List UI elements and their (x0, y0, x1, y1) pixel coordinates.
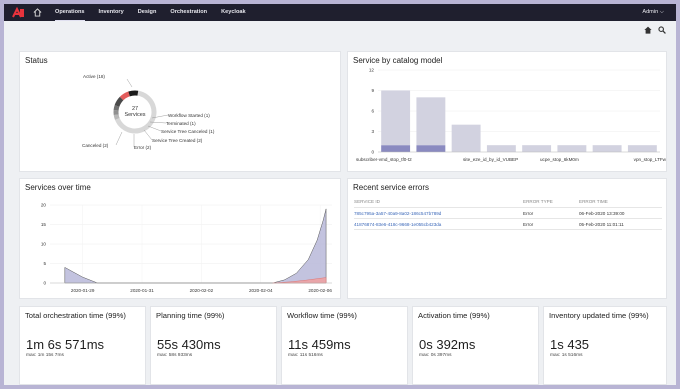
metric-title: Workflow time (99%) (287, 311, 357, 320)
sot-y-tick: 5 (43, 261, 46, 266)
toolbar-icons (644, 26, 666, 34)
metric-max: max: 58s 933ms (157, 353, 193, 358)
sot-x-tick: 2020-02-06 (308, 288, 332, 293)
status-label-tree-canceled: Service Tree Canceled (1) (161, 129, 215, 134)
catalog-x-tick: site_e2e_id_by_id_VUBEP (463, 157, 518, 162)
errors-row-service-id[interactable]: 785c795a-3a57-40a9-8a02-186c547b789d (354, 211, 523, 216)
status-label-error: Error (2) (134, 145, 152, 150)
status-card: Status 27 Services Active (18) Workflow … (19, 51, 341, 172)
errors-row-error-time: 06-Feb-2020 13:39:00 (579, 210, 625, 216)
nav-operations[interactable]: Operations (55, 4, 85, 21)
errors-table: SERVICE ID ERROR TYPE ERROR TIME 785c795… (354, 199, 662, 230)
metric-value: 1s 435 (550, 337, 590, 352)
home-icon[interactable] (644, 26, 652, 34)
status-label-canceled: Canceled (2) (82, 143, 109, 148)
catalog-card: Service by catalog model 0 3 6 9 12 subscribe… (347, 51, 667, 172)
sot-x-tick: 2020-02-02 (190, 288, 214, 293)
errors-card: Recent service errors SERVICE ID ERROR T… (347, 178, 667, 299)
catalog-bar[interactable] (416, 97, 446, 146)
catalog-y-tick: 9 (371, 88, 374, 93)
status-center-label: Services (124, 112, 145, 118)
top-nav: Operations Inventory Design Orchestratio… (4, 4, 676, 21)
donut-slice-canceled[interactable] (128, 90, 139, 97)
metric-value: 55s 430ms (157, 337, 221, 352)
status-label-workflow-started: Workflow Started (1) (168, 113, 210, 118)
catalog-y-tick: 3 (371, 129, 374, 134)
catalog-y-tick: 12 (369, 68, 375, 73)
sot-x-tick: 2020-01-31 (130, 288, 154, 293)
sot-y-tick: 10 (41, 242, 47, 247)
metric-card-total-orchestration: Total orchestration time (99%) 1m 6s 571… (19, 306, 146, 385)
catalog-bar[interactable] (381, 145, 411, 152)
catalog-bar[interactable] (416, 145, 446, 152)
errors-row-error-type: Error (523, 210, 534, 216)
catalog-x-tick: vpn_stop_LTFw (634, 157, 667, 162)
metric-value: 0s 392ms (419, 337, 476, 352)
sot-x-tick: 2020-02-04 (249, 288, 273, 293)
metric-value: 11s 459ms (288, 337, 351, 352)
catalog-bar[interactable] (451, 124, 481, 152)
metric-title: Planning time (99%) (156, 311, 225, 320)
sot-x-tick: 2020-01-29 (71, 288, 95, 293)
nav-keycloak[interactable]: Keycloak (221, 4, 246, 21)
donut-slice-service-tree-canceled[interactable] (113, 105, 120, 111)
catalog-y-tick: 0 (371, 150, 374, 155)
sot-series-area[interactable] (64, 208, 327, 284)
nav-inventory[interactable]: Inventory (99, 4, 124, 21)
metric-value: 1m 6s 571ms (26, 337, 105, 352)
metric-max: max: 11s 516ms (288, 353, 323, 358)
logo-icon[interactable] (11, 6, 25, 19)
catalog-x-tick: ucpe_stop_6kM0m (540, 157, 579, 162)
metric-title: Total orchestration time (99%) (25, 311, 126, 320)
errors-table-header: SERVICE ID ERROR TYPE ERROR TIME (354, 199, 662, 208)
metric-card-workflow: Workflow time (99%) 11s 459ms max: 11s 5… (281, 306, 408, 385)
metric-max: max: 1s 516ms (550, 353, 583, 358)
donut-slice-error[interactable] (119, 91, 131, 101)
donut-slice-service-tree-created[interactable] (114, 96, 124, 107)
donut-slice-workflow-started[interactable] (113, 114, 120, 120)
catalog-bar[interactable] (522, 145, 552, 152)
user-menu[interactable]: Admin ⌵ (642, 4, 664, 21)
catalog-bar[interactable] (627, 145, 657, 152)
metric-title: Inventory updated time (99%) (549, 311, 649, 320)
errors-header-error-time: ERROR TIME (579, 199, 608, 204)
catalog-y-tick: 6 (371, 109, 374, 114)
catalog-bar[interactable] (592, 145, 622, 152)
status-label-tree-created: Service Tree Created (2) (152, 138, 203, 143)
metric-card-inventory-updated: Inventory updated time (99%) 1s 435 max:… (543, 306, 667, 385)
search-icon[interactable] (658, 26, 666, 34)
status-label-terminated: Terminated (1) (166, 121, 196, 126)
status-label-active: Active (18) (83, 74, 105, 79)
errors-row-error-time: 05-Feb-2020 11:01:11 (579, 221, 624, 227)
catalog-bar-chart: 0 3 6 9 12 subscriber-vmd_stop_tf0-t2 site_e2e… (356, 68, 667, 163)
table-row: 41876874-83e6-418c-9668-1e055cb423da Err… (354, 219, 662, 230)
home-icon[interactable] (31, 7, 43, 19)
sot-y-tick: 20 (41, 203, 47, 208)
errors-header-error-type: ERROR TYPE (523, 199, 553, 204)
sot-y-tick: 15 (41, 222, 47, 227)
metric-card-planning: Planning time (99%) 55s 430ms max: 58s 9… (150, 306, 277, 385)
metric-max: max: 1m 15s 7ms (26, 353, 64, 358)
errors-header-service-id: SERVICE ID (354, 199, 380, 204)
catalog-bar[interactable] (486, 145, 516, 152)
errors-row-service-id[interactable]: 41876874-83e6-418c-9668-1e055cb423da (354, 222, 523, 227)
sot-area-chart: 0 5 10 15 20 2020-01-29 2020-01-31 2020-02-02 20… (41, 203, 332, 294)
sot-card: Services over time 0 5 10 15 20 2020-01-29 202… (19, 178, 341, 299)
table-row: 785c795a-3a57-40a9-8a02-186c547b789d Err… (354, 208, 662, 219)
metric-card-activation: Activation time (99%) 0s 392ms max: 0s 3… (412, 306, 539, 385)
sot-y-tick: 0 (43, 281, 46, 286)
metric-title: Activation time (99%) (418, 311, 490, 320)
nav-design[interactable]: Design (138, 4, 157, 21)
errors-row-error-type: Error (523, 221, 534, 227)
errors-title: Recent service errors (353, 183, 430, 192)
status-donut-chart: 27 Services Active (18) Workflow Started… (82, 74, 215, 150)
nav-orchestration[interactable]: Orchestration (170, 4, 207, 21)
catalog-bar[interactable] (381, 90, 411, 146)
metric-max: max: 0s 397ms (419, 353, 452, 358)
catalog-bar[interactable] (557, 145, 587, 152)
catalog-x-tick: subscriber-vmd_stop_tf0-t2 (356, 157, 412, 162)
app-frame: Operations Inventory Design Orchestratio… (4, 4, 676, 385)
